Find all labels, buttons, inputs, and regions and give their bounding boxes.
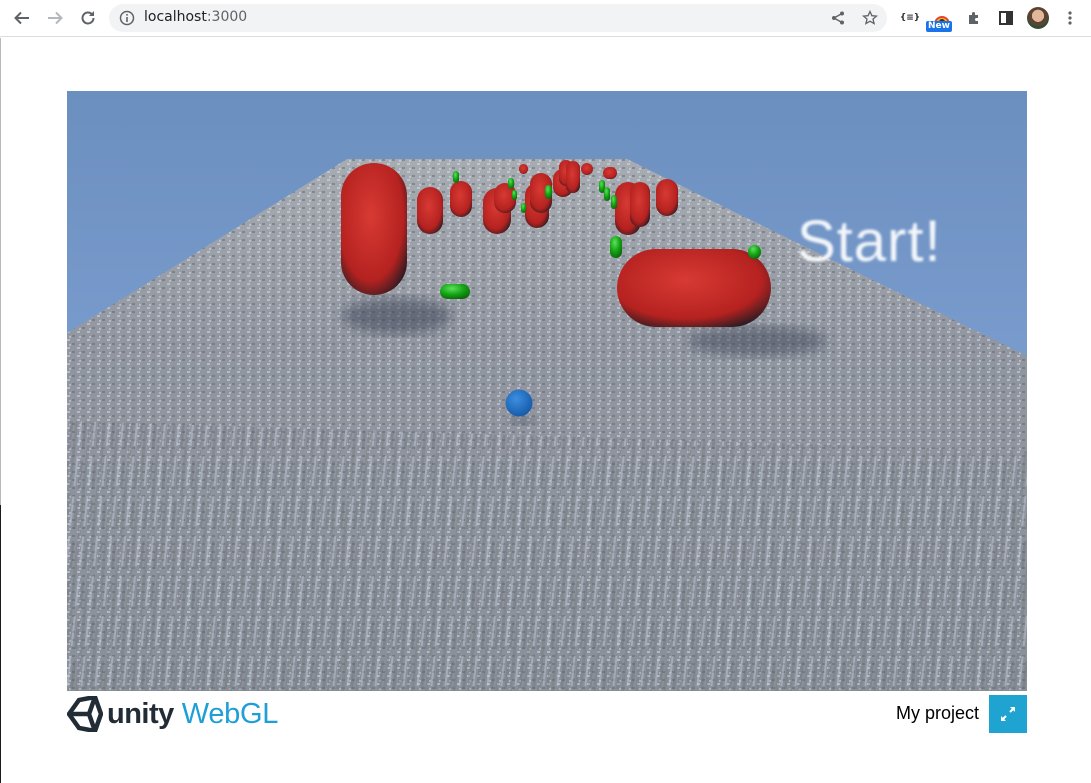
address-bar[interactable]: localhost:3000 xyxy=(109,4,887,32)
url-port: :3000 xyxy=(206,9,248,25)
unity-cube-icon xyxy=(67,696,103,732)
back-button[interactable] xyxy=(10,6,34,30)
enemy-capsule xyxy=(519,164,528,174)
enemy-capsule xyxy=(630,182,650,227)
enemy-capsule xyxy=(581,163,593,175)
pickup-capsule xyxy=(512,190,517,200)
avatar[interactable] xyxy=(1027,7,1049,29)
unity-container: Start! unity WebGL My project xyxy=(67,91,1027,733)
side-panel-button[interactable] xyxy=(997,7,1015,29)
pickup-capsule xyxy=(611,195,617,209)
puzzle-icon xyxy=(969,12,978,24)
webgl-wordmark: WebGL xyxy=(181,697,279,730)
unity-footer: unity WebGL My project xyxy=(67,691,1027,733)
json-braces-icon: {≡} xyxy=(899,13,921,23)
window-edge xyxy=(0,38,1,508)
pickup-capsule xyxy=(604,187,610,201)
reload-button[interactable] xyxy=(76,6,100,30)
kebab-menu-icon xyxy=(1068,11,1072,25)
arrow-right-icon xyxy=(48,11,63,25)
fullscreen-icon xyxy=(1001,707,1015,721)
enemy-capsule xyxy=(566,161,580,193)
pickup-capsule xyxy=(545,185,552,199)
url-host: localhost xyxy=(144,9,207,25)
window-edge-dark xyxy=(0,505,1,783)
enemy-capsule xyxy=(656,179,678,216)
enemy-capsule xyxy=(603,167,617,179)
start-label: Start! xyxy=(797,209,942,274)
side-panel-icon xyxy=(999,11,1013,25)
build-title: My project xyxy=(895,703,979,723)
browser-toolbar: localhost:3000 {≡} New xyxy=(0,0,1091,37)
enemy-capsule xyxy=(417,187,443,234)
enemy-capsule xyxy=(341,163,407,295)
enemy-capsule xyxy=(450,181,472,217)
unity-wordmark: unity xyxy=(107,697,174,730)
unity-webgl-logo: unity WebGL xyxy=(67,695,278,733)
pickup-capsule xyxy=(440,284,470,299)
forward-button[interactable] xyxy=(43,6,67,30)
url-text[interactable]: localhost:3000 xyxy=(144,9,247,25)
camera-extension[interactable]: New xyxy=(926,7,952,32)
info-icon[interactable] xyxy=(119,10,135,26)
enemy-capsule xyxy=(617,249,771,327)
game-canvas[interactable]: Start! xyxy=(67,91,1027,691)
player-ball xyxy=(505,389,533,417)
game-scene xyxy=(67,91,1027,691)
extensions-button[interactable] xyxy=(965,7,983,29)
pickup-capsule xyxy=(453,171,459,183)
reload-icon xyxy=(81,11,95,25)
share-icon[interactable] xyxy=(830,10,846,26)
arrow-left-icon xyxy=(14,11,29,25)
fullscreen-button[interactable] xyxy=(989,695,1027,733)
pickup-capsule xyxy=(508,178,514,189)
pickup-capsule xyxy=(521,203,526,213)
json-viewer-extension[interactable]: {≡} xyxy=(900,7,920,29)
new-badge: New xyxy=(926,21,952,32)
star-icon[interactable] xyxy=(862,10,878,26)
browser-menu-button[interactable] xyxy=(1062,7,1078,29)
pickup-capsule xyxy=(748,245,761,259)
pickup-capsule xyxy=(610,236,622,258)
